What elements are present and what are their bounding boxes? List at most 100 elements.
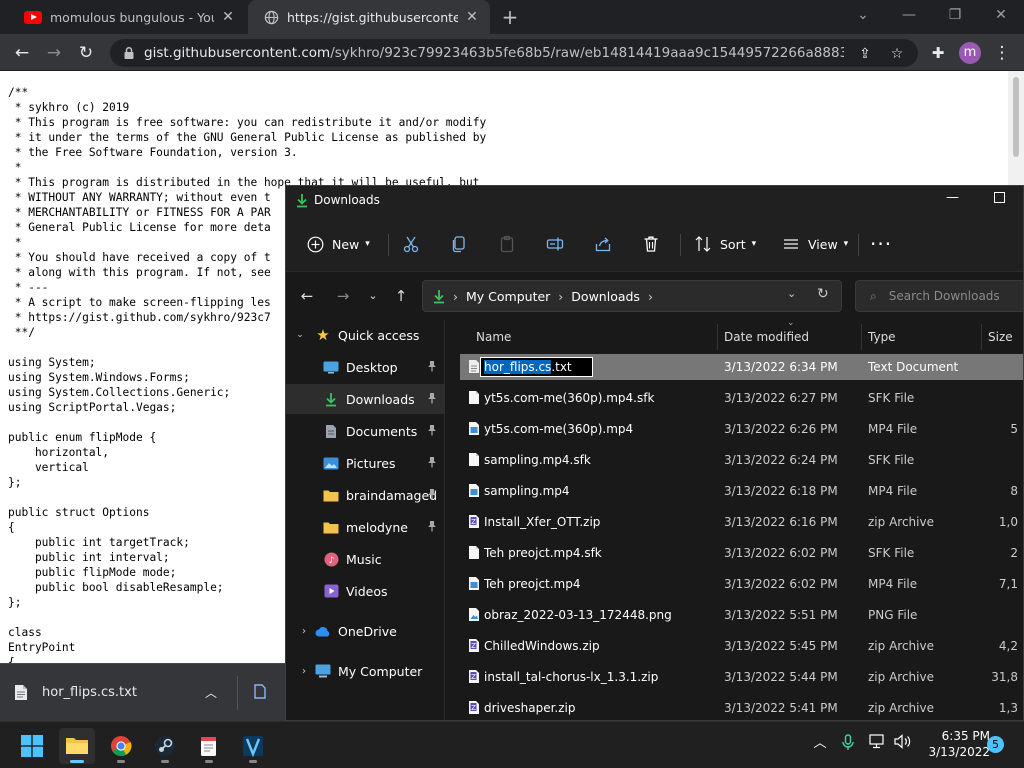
nav-braindamaged[interactable]: braindamaged [286, 480, 445, 510]
explorer-title-bar[interactable]: Downloads — [286, 186, 1023, 216]
tab-search-icon[interactable]: ⌄ [840, 0, 886, 30]
download-item[interactable]: hor_flips.cs.txt [14, 678, 234, 706]
pin-icon[interactable] [427, 424, 437, 436]
maximize-icon[interactable] [994, 192, 1005, 203]
chevron-down-icon[interactable]: ⌄ [787, 287, 796, 300]
forward-icon[interactable]: → [40, 39, 68, 67]
taskbar-steam[interactable] [147, 728, 183, 764]
close-tab-icon[interactable]: ✕ [220, 9, 236, 25]
column-divider[interactable] [861, 324, 862, 350]
more-options-icon[interactable]: ··· [870, 230, 892, 258]
back-icon[interactable]: ← [8, 39, 36, 67]
view-button[interactable]: View ▾ [780, 230, 848, 258]
breadcrumb-downloads[interactable]: Downloads [571, 289, 640, 304]
cut-button[interactable] [400, 230, 422, 258]
tab-youtube[interactable]: momulous bungulous - YouTube ✕ [8, 0, 246, 34]
nav-videos[interactable]: Videos [286, 576, 445, 606]
network-icon[interactable] [868, 734, 888, 754]
recent-locations-icon[interactable]: ⌄ [360, 284, 386, 308]
volume-icon[interactable] [893, 734, 913, 754]
chevron-right-icon[interactable]: › [648, 289, 653, 304]
forward-icon[interactable]: → [330, 284, 356, 308]
file-row[interactable]: hor_flips.cs.txt 3/13/2022 6:34 PM Text Do… [460, 354, 1023, 380]
file-row[interactable]: obraz_2022-03-13_172448.png 3/13/2022 5:5… [460, 602, 1023, 628]
navigation-pane: ⌄ ★ Quick access Desktop Downloads Docum… [286, 320, 445, 720]
file-row[interactable]: Zdriveshaper.zip 3/13/2022 5:41 PM zip Arc… [460, 695, 1023, 720]
extensions-icon[interactable]: ✚ [924, 39, 952, 67]
chevron-right-icon[interactable]: › [294, 626, 314, 637]
pin-icon[interactable] [427, 360, 437, 372]
close-tab-icon[interactable]: ✕ [464, 9, 480, 25]
file-row[interactable]: Teh preojct.mp4 3/13/2022 6:02 PM MP4 File… [460, 571, 1023, 597]
taskbar-vegas[interactable] [235, 728, 271, 764]
column-type[interactable]: Type [868, 330, 896, 344]
file-row[interactable]: sampling.mp4 3/13/2022 6:18 PM MP4 File 8 [460, 478, 1023, 504]
file-row[interactable]: Teh preojct.mp4.sfk 3/13/2022 6:02 PM SFK … [460, 540, 1023, 566]
chevron-up-icon[interactable]: ︿ [205, 684, 217, 701]
nav-quick-access[interactable]: ⌄ ★ Quick access [286, 320, 445, 350]
nav-desktop[interactable]: Desktop [286, 352, 445, 382]
notification-badge[interactable]: 5 [987, 736, 1004, 753]
refresh-icon[interactable]: ↻ [817, 286, 829, 302]
up-icon[interactable]: ↑ [388, 284, 414, 308]
file-row[interactable]: Zinstall_tal-chorus-lx_1.3.1.zip 3/13/202… [460, 664, 1023, 690]
nav-my-computer[interactable]: › My Computer [286, 656, 445, 686]
taskbar-chrome[interactable] [103, 728, 139, 764]
file-row[interactable]: Z Install_Xfer_OTT.zip 3/13/2022 6:16 PM zi… [460, 509, 1023, 535]
taskbar-file-explorer[interactable] [59, 728, 95, 764]
tab-gist[interactable]: https://gist.githubusercontent.co ✕ [248, 0, 490, 34]
breadcrumb-my-computer[interactable]: My Computer [466, 289, 550, 304]
restore-icon[interactable]: ❐ [932, 0, 978, 30]
column-divider[interactable] [717, 324, 718, 350]
microphone-icon[interactable] [838, 734, 858, 754]
delete-button[interactable] [640, 230, 662, 258]
nav-pictures[interactable]: Pictures [286, 448, 445, 478]
clock-time[interactable]: 6:35 PM [930, 729, 990, 743]
new-button[interactable]: New ▾ [304, 230, 370, 258]
close-window-icon[interactable]: ✕ [978, 0, 1024, 30]
back-icon[interactable]: ← [294, 284, 320, 308]
pin-icon[interactable] [427, 488, 437, 500]
share-icon[interactable]: ⇪ [856, 45, 874, 63]
file-row[interactable]: yt5s.com-me(360p).mp4.sfk 3/13/2022 6:27 … [460, 385, 1023, 411]
search-input[interactable]: ⌕ Search Downloads [855, 280, 1023, 312]
rename-input[interactable]: hor_flips.cs.txt [480, 357, 593, 377]
menu-kebab-icon[interactable]: ⋮ [988, 39, 1016, 67]
bookmark-star-icon[interactable]: ☆ [888, 45, 906, 63]
new-tab-button[interactable]: + [498, 5, 522, 29]
paste-button[interactable] [496, 230, 518, 258]
nav-documents[interactable]: Documents [286, 416, 445, 446]
location-bar[interactable]: › My Computer › Downloads › ⌄ ↻ [422, 280, 842, 312]
file-row[interactable]: Z ChilledWindows.zip 3/13/2022 5:45 PM zip … [460, 633, 1023, 659]
copy-button[interactable] [448, 230, 470, 258]
nav-onedrive[interactable]: › OneDrive [286, 616, 445, 646]
pin-icon[interactable] [427, 392, 437, 404]
column-date-modified[interactable]: Date modified [724, 330, 809, 344]
profile-avatar[interactable]: m [959, 42, 981, 64]
reload-icon[interactable]: ↻ [72, 39, 100, 67]
nav-downloads[interactable]: Downloads [286, 384, 445, 414]
column-name[interactable]: Name [476, 330, 511, 344]
minimize-icon[interactable]: — [886, 0, 932, 30]
column-divider[interactable] [981, 324, 982, 350]
rename-button[interactable] [544, 230, 566, 258]
scrollbar-thumb[interactable] [1013, 77, 1019, 157]
file-row[interactable]: yt5s.com-me(360p).mp4 3/13/2022 6:26 PM MP… [460, 416, 1023, 442]
taskbar-notepad[interactable] [191, 728, 227, 764]
file-row[interactable]: sampling.mp4.sfk 3/13/2022 6:24 PM SFK Fil… [460, 447, 1023, 473]
chevron-up-icon[interactable]: ︿ [810, 734, 830, 754]
column-size[interactable]: Size [988, 330, 1013, 344]
nav-melodyne[interactable]: melodyne [286, 512, 445, 542]
share-button[interactable] [592, 230, 614, 258]
file-icon[interactable] [254, 684, 266, 699]
start-button[interactable] [14, 728, 50, 764]
clock-date[interactable]: 3/13/2022 [920, 745, 990, 759]
chevron-down-icon[interactable]: ⌄ [286, 330, 314, 340]
chevron-right-icon[interactable]: › [294, 666, 314, 677]
sort-button[interactable]: Sort ▾ [692, 230, 756, 258]
minimize-icon[interactable]: — [946, 190, 959, 205]
address-bar[interactable]: gist.githubusercontent.com/sykhro/923c79… [110, 39, 918, 67]
pin-icon[interactable] [427, 520, 437, 532]
nav-music[interactable]: ♪ Music [286, 544, 445, 574]
pin-icon[interactable] [427, 456, 437, 468]
